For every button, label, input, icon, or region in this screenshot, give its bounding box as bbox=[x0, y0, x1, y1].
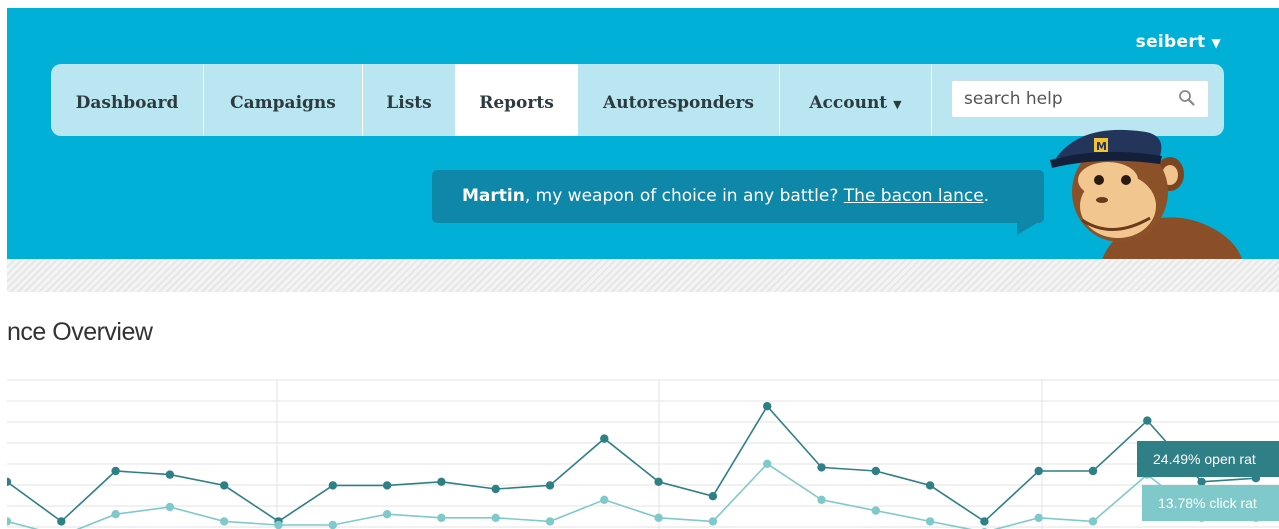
data-point[interactable] bbox=[111, 466, 120, 476]
series-line-1 bbox=[7, 462, 1256, 529]
data-point[interactable] bbox=[708, 492, 718, 501]
data-point[interactable] bbox=[654, 513, 663, 522]
click-rate-tooltip: 13.78% click rat bbox=[1142, 485, 1279, 521]
nav-label: Lists bbox=[386, 93, 432, 113]
nav-lists[interactable]: Lists bbox=[363, 64, 456, 136]
greeting-text: , my weapon of choice in any battle? bbox=[524, 186, 844, 206]
greeting-bubble: Martin, my weapon of choice in any battl… bbox=[432, 170, 1044, 235]
data-point[interactable] bbox=[980, 517, 989, 526]
nav-reports[interactable]: Reports bbox=[456, 64, 578, 136]
data-point[interactable] bbox=[654, 477, 663, 486]
data-point[interactable] bbox=[328, 520, 337, 529]
data-point[interactable] bbox=[165, 502, 175, 512]
nav-campaigns[interactable]: Campaigns bbox=[204, 64, 363, 136]
data-point[interactable] bbox=[491, 484, 500, 494]
greeting-name: Martin bbox=[462, 186, 525, 206]
data-point[interactable] bbox=[382, 481, 392, 490]
bubble-tail bbox=[1017, 223, 1037, 235]
data-point[interactable] bbox=[600, 434, 609, 443]
data-point[interactable] bbox=[545, 517, 555, 526]
data-point[interactable] bbox=[1143, 416, 1152, 425]
user-name: seibert bbox=[1135, 32, 1206, 52]
data-point[interactable] bbox=[925, 517, 935, 526]
data-point[interactable] bbox=[600, 495, 609, 504]
data-point[interactable] bbox=[491, 513, 500, 522]
mascot-monkey-icon: M bbox=[1050, 129, 1242, 260]
greeting-link[interactable]: The bacon lance bbox=[844, 186, 984, 206]
data-point[interactable] bbox=[817, 463, 826, 472]
data-point[interactable] bbox=[1034, 513, 1043, 522]
data-point[interactable] bbox=[328, 481, 337, 490]
tooltip-text: 24.49% open rat bbox=[1153, 451, 1256, 467]
search-input[interactable] bbox=[962, 81, 1166, 117]
nav-dashboard[interactable]: Dashboard bbox=[51, 64, 204, 136]
greeting-end: . bbox=[983, 186, 990, 206]
nav-label: Autoresponders bbox=[603, 93, 754, 113]
data-point[interactable] bbox=[111, 510, 120, 519]
data-point[interactable] bbox=[1034, 466, 1043, 476]
data-point[interactable] bbox=[817, 495, 826, 504]
nav-label: Reports bbox=[479, 93, 554, 113]
data-point[interactable] bbox=[871, 506, 880, 515]
data-point[interactable] bbox=[763, 402, 772, 411]
data-point[interactable] bbox=[1088, 517, 1098, 526]
data-point[interactable] bbox=[708, 517, 718, 526]
nav-label: Dashboard bbox=[75, 93, 179, 113]
nav-label: Account bbox=[809, 93, 888, 113]
chevron-down-icon: ▼ bbox=[893, 98, 902, 111]
nav-label: Campaigns bbox=[230, 93, 336, 113]
data-point[interactable] bbox=[57, 517, 66, 526]
data-point[interactable] bbox=[437, 513, 446, 522]
data-point[interactable] bbox=[871, 466, 880, 476]
data-point[interactable] bbox=[925, 481, 935, 490]
data-point[interactable] bbox=[437, 477, 446, 486]
nav-autoresponders[interactable]: Autoresponders bbox=[578, 64, 780, 136]
chevron-down-icon: ▼ bbox=[1211, 36, 1221, 50]
data-point[interactable] bbox=[7, 517, 12, 526]
search-icon[interactable] bbox=[1178, 89, 1196, 107]
tooltip-text: 13.78% click rat bbox=[1158, 495, 1257, 511]
open-rate-tooltip: 24.49% open rat bbox=[1137, 441, 1279, 477]
data-point[interactable] bbox=[382, 510, 392, 519]
performance-line-chart bbox=[7, 379, 1279, 529]
nav-account[interactable]: Account ▼ bbox=[780, 64, 932, 136]
data-point[interactable] bbox=[165, 470, 175, 479]
header-divider bbox=[7, 259, 1279, 292]
data-point[interactable] bbox=[763, 459, 772, 468]
data-point[interactable] bbox=[274, 520, 283, 529]
page-title: nce Overview bbox=[7, 318, 153, 346]
data-point[interactable] bbox=[545, 481, 555, 490]
data-point[interactable] bbox=[220, 517, 229, 526]
window-top-edge bbox=[0, 0, 1279, 8]
svg-text:M: M bbox=[1096, 140, 1107, 153]
data-point[interactable] bbox=[220, 481, 229, 490]
data-point[interactable] bbox=[1088, 466, 1098, 476]
user-menu[interactable]: seibert ▼ bbox=[1136, 32, 1221, 52]
search-box bbox=[951, 80, 1209, 118]
